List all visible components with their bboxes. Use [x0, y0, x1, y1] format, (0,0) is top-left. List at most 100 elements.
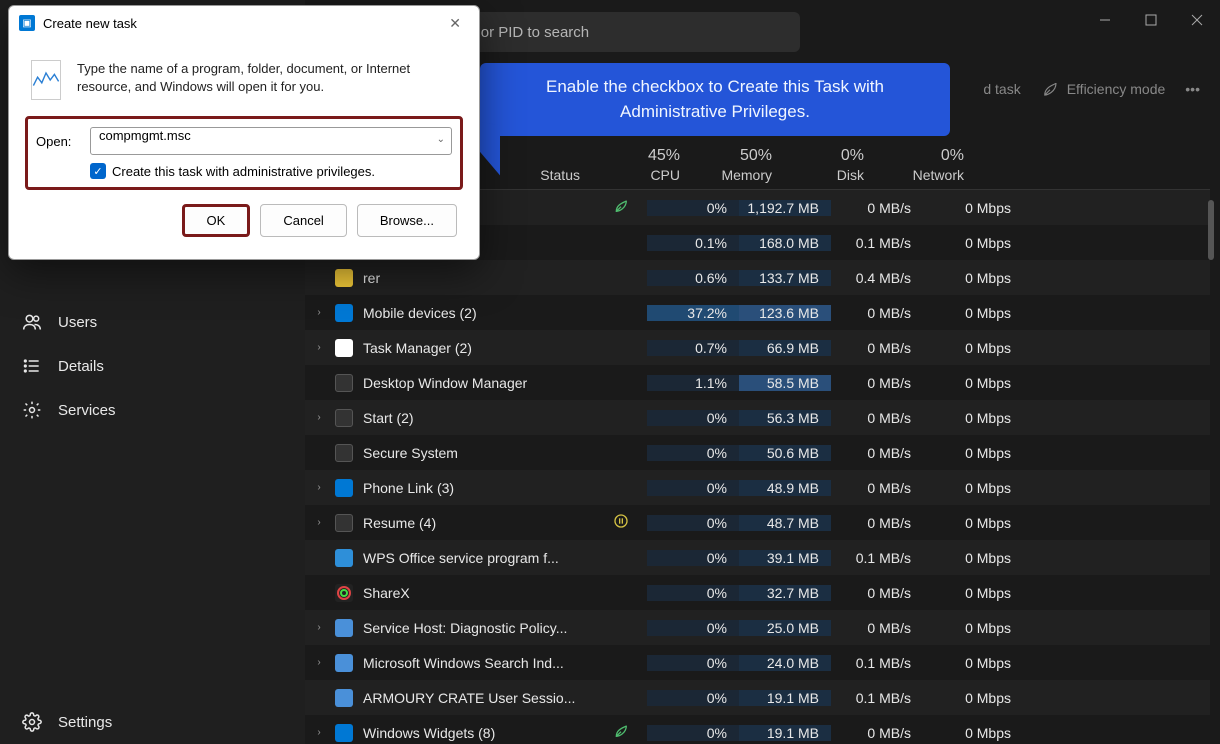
table-row[interactable]: ARMOURY CRATE User Sessio...0%19.1 MB0.1… [305, 680, 1210, 715]
instruction-tooltip: Enable the checkbox to Create this Task … [480, 63, 950, 136]
maximize-button[interactable] [1128, 0, 1174, 40]
table-row[interactable]: › Mobile devices (2) 37.2%123.6 MB0 MB/s0 … [305, 295, 1210, 330]
expand-chevron-icon[interactable]: › [313, 517, 325, 528]
cell-cpu: 0% [647, 585, 739, 601]
cell-mem: 24.0 MB [739, 655, 831, 671]
admin-checkbox-row[interactable]: ✓ Create this task with administrative p… [90, 163, 452, 179]
admin-checkbox[interactable]: ✓ [90, 163, 106, 179]
header-memory[interactable]: ⌄50%Memory [692, 131, 784, 183]
expand-chevron-icon[interactable]: › [313, 482, 325, 493]
more-button[interactable]: ••• [1185, 81, 1200, 97]
chevron-down-icon[interactable]: ⌄ [437, 134, 445, 145]
create-task-dialog: ▣ Create new task ✕ Type the name of a p… [8, 5, 480, 260]
cell-cpu: 0.1% [647, 235, 739, 251]
process-name: WPS Office service program f... [363, 550, 559, 566]
expand-chevron-icon[interactable]: › [313, 622, 325, 633]
cell-cpu: 0.7% [647, 340, 739, 356]
table-row[interactable]: ›Phone Link (3)0%48.9 MB0 MB/s0 Mbps [305, 470, 1210, 505]
table-row[interactable]: ›Windows Widgets (8)0%19.1 MB0 MB/s0 Mbp… [305, 715, 1210, 744]
cell-mem: 39.1 MB [739, 550, 831, 566]
table-row[interactable]: ›Microsoft Windows Search Ind...0%24.0 M… [305, 645, 1210, 680]
list-icon [22, 356, 42, 376]
cell-mem: 25.0 MB [739, 620, 831, 636]
cell-disk: 0 MB/s [831, 515, 923, 531]
cell-mem: 48.7 MB [739, 515, 831, 531]
ok-button[interactable]: OK [182, 204, 251, 237]
process-name: Mobile devices (2) [363, 305, 477, 321]
cell-mem: 48.9 MB [739, 480, 831, 496]
gear-icon [22, 400, 42, 420]
process-icon [335, 269, 353, 287]
process-name: Desktop Window Manager [363, 375, 527, 391]
table-row[interactable]: ShareX0%32.7 MB0 MB/s0 Mbps [305, 575, 1210, 610]
efficiency-mode-button[interactable]: Efficiency mode [1041, 80, 1166, 98]
cell-cpu: 0% [647, 655, 739, 671]
expand-chevron-icon[interactable]: › [313, 307, 325, 318]
expand-chevron-icon[interactable]: › [313, 727, 325, 738]
cell-net: 0 Mbps [923, 270, 1023, 286]
header-cpu[interactable]: 45%CPU [600, 147, 692, 183]
browse-button[interactable]: Browse... [357, 204, 457, 237]
cell-cpu: 0% [647, 620, 739, 636]
table-row[interactable]: ›Resume (4)0%48.7 MB0 MB/s0 Mbps [305, 505, 1210, 540]
status-cell [595, 513, 647, 532]
pause-icon [613, 513, 629, 529]
cell-disk: 0 MB/s [831, 340, 923, 356]
close-button[interactable] [1174, 0, 1220, 40]
cell-disk: 0 MB/s [831, 445, 923, 461]
table-row[interactable]: Desktop Window Manager1.1%58.5 MB0 MB/s0… [305, 365, 1210, 400]
sidebar-item-services[interactable]: Services [0, 388, 305, 432]
expand-chevron-icon[interactable]: › [313, 412, 325, 423]
process-name: Secure System [363, 445, 458, 461]
settings-icon [22, 712, 42, 732]
dialog-close-button[interactable]: ✕ [441, 11, 469, 36]
cell-mem: 123.6 MB [739, 305, 831, 321]
cell-mem: 168.0 MB [739, 235, 831, 251]
process-icon [335, 654, 353, 672]
scrollbar-thumb[interactable] [1208, 200, 1214, 260]
header-disk[interactable]: 0%Disk [784, 147, 876, 183]
sidebar-item-users[interactable]: Users [0, 300, 305, 344]
cell-net: 0 Mbps [923, 305, 1023, 321]
table-row[interactable]: ›Service Host: Diagnostic Policy...0%25.… [305, 610, 1210, 645]
window-controls [1082, 0, 1220, 40]
open-input[interactable]: compmgmt.msc ⌄ [90, 127, 452, 155]
run-task-button[interactable]: d task [983, 81, 1020, 97]
table-row[interactable]: ›Start (2)0%56.3 MB0 MB/s0 Mbps [305, 400, 1210, 435]
header-network[interactable]: 0%Network [876, 147, 976, 183]
process-icon [335, 514, 353, 532]
cell-cpu: 0% [647, 515, 739, 531]
dialog-form-highlight: Open: compmgmt.msc ⌄ ✓ Create this task … [25, 116, 463, 190]
expand-chevron-icon[interactable]: › [313, 657, 325, 668]
cell-net: 0 Mbps [923, 340, 1023, 356]
cell-cpu: 37.2% [647, 305, 739, 321]
process-icon [335, 549, 353, 567]
minimize-button[interactable] [1082, 0, 1128, 40]
table-row[interactable]: Secure System0%50.6 MB0 MB/s0 Mbps [305, 435, 1210, 470]
cell-disk: 0 MB/s [831, 480, 923, 496]
dialog-title: Create new task [43, 16, 137, 31]
process-name: ARMOURY CRATE User Sessio... [363, 690, 575, 706]
expand-chevron-icon[interactable]: › [313, 342, 325, 353]
cell-net: 0 Mbps [923, 445, 1023, 461]
cell-net: 0 Mbps [923, 585, 1023, 601]
process-table-body: ›(14)0%1,192.7 MB0 MB/s0 Mbpsrvice Execu… [305, 190, 1210, 744]
cancel-button[interactable]: Cancel [260, 204, 346, 237]
cell-mem: 66.9 MB [739, 340, 831, 356]
cell-cpu: 0% [647, 690, 739, 706]
table-row[interactable]: ›Task Manager (2)0.7%66.9 MB0 MB/s0 Mbps [305, 330, 1210, 365]
cell-disk: 0 MB/s [831, 305, 923, 321]
process-icon [335, 339, 353, 357]
users-icon [22, 312, 42, 332]
table-row[interactable]: rer0.6%133.7 MB0.4 MB/s0 Mbps [305, 260, 1210, 295]
table-row[interactable]: WPS Office service program f...0%39.1 MB… [305, 540, 1210, 575]
cell-cpu: 0% [647, 445, 739, 461]
sidebar-item-details[interactable]: Details [0, 344, 305, 388]
sidebar-item-settings[interactable]: Settings [0, 700, 305, 744]
process-icon [335, 619, 353, 637]
cell-mem: 133.7 MB [739, 270, 831, 286]
cell-net: 0 Mbps [923, 725, 1023, 741]
run-large-icon [31, 60, 61, 100]
cell-net: 0 Mbps [923, 515, 1023, 531]
cell-cpu: 0% [647, 200, 739, 216]
